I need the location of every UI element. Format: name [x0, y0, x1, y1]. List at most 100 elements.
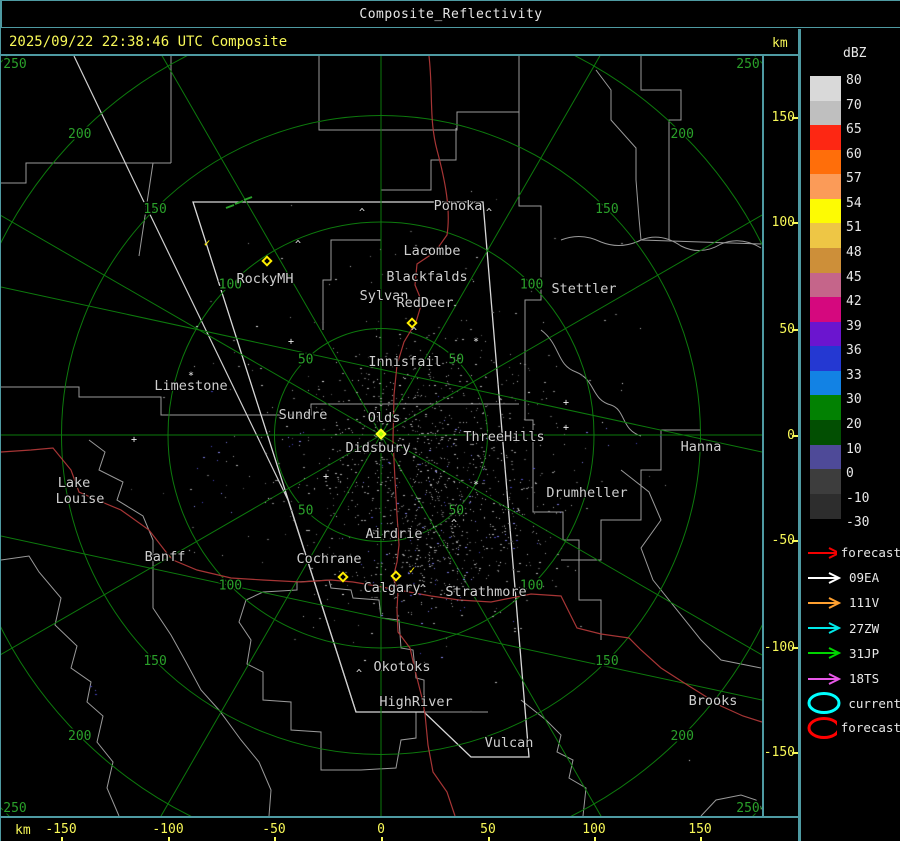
- dbz-scale-label: 54: [846, 197, 862, 210]
- station-marker: *: [473, 480, 479, 491]
- station-marker: +: [288, 337, 294, 348]
- city-label: Calgary: [364, 580, 421, 596]
- dbz-scale-label: 70: [846, 99, 862, 112]
- dbz-scale-label: 20: [846, 418, 862, 431]
- city-label: Didsbury: [345, 440, 410, 456]
- bottom-axis-tick-label: 50: [480, 822, 496, 837]
- city-label: Olds: [368, 410, 401, 426]
- dbz-swatch: [810, 223, 841, 248]
- radar-app-window: Composite_Reflectivity 2025/09/22 22:38:…: [0, 0, 900, 841]
- city-label: Banff: [145, 549, 186, 565]
- dbz-swatch: [810, 322, 841, 347]
- dbz-swatch: [810, 76, 841, 101]
- station-marker: *: [473, 337, 479, 348]
- station-marker: *: [188, 371, 194, 382]
- legend-item: current: [807, 691, 900, 715]
- dbz-swatch: [810, 445, 841, 470]
- bottom-axis-tick: [61, 837, 63, 841]
- radar-site-marker: [261, 255, 272, 266]
- dbz-scale-label: 45: [846, 271, 862, 284]
- city-label: Okotoks: [374, 659, 431, 675]
- city-label: Cochrane: [296, 551, 361, 567]
- dbz-scale-label: 0: [846, 467, 854, 480]
- station-marker: ^: [356, 669, 362, 680]
- radar-center-marker: [375, 428, 386, 439]
- dbz-scale-label: 48: [846, 246, 862, 259]
- station-marker: ^: [486, 208, 492, 219]
- station-marker: ^: [359, 208, 365, 219]
- city-label: Blackfalds: [386, 269, 467, 285]
- station-marker: ^: [295, 240, 301, 251]
- bottom-axis-tick-label: -150: [45, 822, 76, 837]
- timestamp: 2025/09/22 22:38:46 UTC Composite: [9, 34, 287, 50]
- city-label: Vulcan: [485, 735, 534, 751]
- radar-map[interactable]: 5050505010010010010015015015015020020020…: [1, 56, 762, 816]
- title-bar: Composite_Reflectivity: [1, 0, 900, 28]
- bottom-axis-tick: [594, 837, 596, 841]
- bottom-axis-unit: km: [15, 823, 31, 838]
- map-right-border: [762, 55, 764, 818]
- info-bar: 2025/09/22 22:38:46 UTC Composite: [1, 29, 763, 55]
- dbz-swatch: [810, 125, 841, 150]
- bottom-axis-tick-label: -50: [262, 822, 285, 837]
- dbz-scale-label: -10: [846, 492, 869, 505]
- bottom-axis: km -150-100-50050100150: [1, 816, 799, 841]
- dbz-scale-label: 80: [846, 74, 862, 87]
- arrow-icon: [807, 571, 845, 585]
- dbz-swatch: [810, 248, 841, 273]
- map-top-border: [1, 54, 798, 56]
- city-label: Brooks: [689, 693, 738, 709]
- bottom-axis-tick: [488, 837, 490, 841]
- right-axis: km 150100500-50-100-150: [764, 29, 798, 841]
- city-label: Drumheller: [546, 485, 627, 501]
- legend-item-label: 111V: [849, 595, 879, 610]
- arrow-icon: [807, 672, 845, 686]
- legend-item: 09EA: [807, 570, 900, 585]
- legend-item-label: 31JP: [849, 646, 879, 661]
- dbz-scale-label: 65: [846, 123, 862, 136]
- checkmark-marker: ✓: [204, 237, 211, 250]
- bottom-axis-tick: [274, 837, 276, 841]
- legend-item-label: 09EA: [849, 570, 879, 585]
- city-label: Airdrie: [366, 526, 423, 542]
- colorbar-panel: dBZ 807065605754514845423936333020100-10…: [801, 29, 900, 841]
- panel-divider: [798, 29, 801, 841]
- right-axis-tick-label: -100: [764, 641, 795, 654]
- city-label: Lake: [58, 475, 91, 491]
- station-marker: +: [323, 472, 329, 483]
- checkmark-marker: ✓: [409, 564, 416, 577]
- station-marker: ^: [420, 584, 426, 595]
- legend-item-label: forecast: [841, 545, 900, 560]
- dbz-scale-label: 60: [846, 148, 862, 161]
- right-axis-unit: km: [772, 36, 788, 51]
- legend-item-label: forecast: [841, 720, 900, 735]
- city-label: Stettler: [551, 281, 616, 297]
- dbz-unit-label: dBZ: [843, 46, 866, 61]
- dbz-swatch: [810, 395, 841, 420]
- bottom-axis-tick: [381, 837, 383, 841]
- city-label: Lacombe: [404, 243, 461, 259]
- legend-item-label: 27ZW: [849, 621, 879, 636]
- city-label: Louise: [56, 491, 105, 507]
- dbz-scale-label: 42: [846, 295, 862, 308]
- dbz-scale-label: 39: [846, 320, 862, 333]
- bottom-axis-tick-label: 0: [377, 822, 385, 837]
- city-label: Strathmore: [445, 584, 526, 600]
- dbz-swatch: [810, 346, 841, 371]
- dbz-scale-label: 51: [846, 221, 862, 234]
- city-label: ThreeHills: [463, 429, 544, 445]
- legend-item: 31JP: [807, 646, 900, 661]
- map-labels-layer: PonokaLacombeBlackfaldsSylvanRedDeerRock…: [1, 56, 762, 816]
- dbz-scale-label: -30: [846, 516, 869, 529]
- dbz-swatch: [810, 174, 841, 199]
- dbz-scale-label: 10: [846, 443, 862, 456]
- bottom-axis-tick-label: 100: [582, 822, 605, 837]
- radar-site-marker: [337, 571, 348, 582]
- dbz-swatch: [810, 101, 841, 126]
- station-marker: ^: [451, 519, 457, 530]
- dbz-scale-label: 30: [846, 393, 862, 406]
- bottom-axis-tick: [700, 837, 702, 841]
- bottom-axis-tick-label: -100: [152, 822, 183, 837]
- dbz-swatch: [810, 199, 841, 224]
- city-label: Ponoka: [434, 198, 483, 214]
